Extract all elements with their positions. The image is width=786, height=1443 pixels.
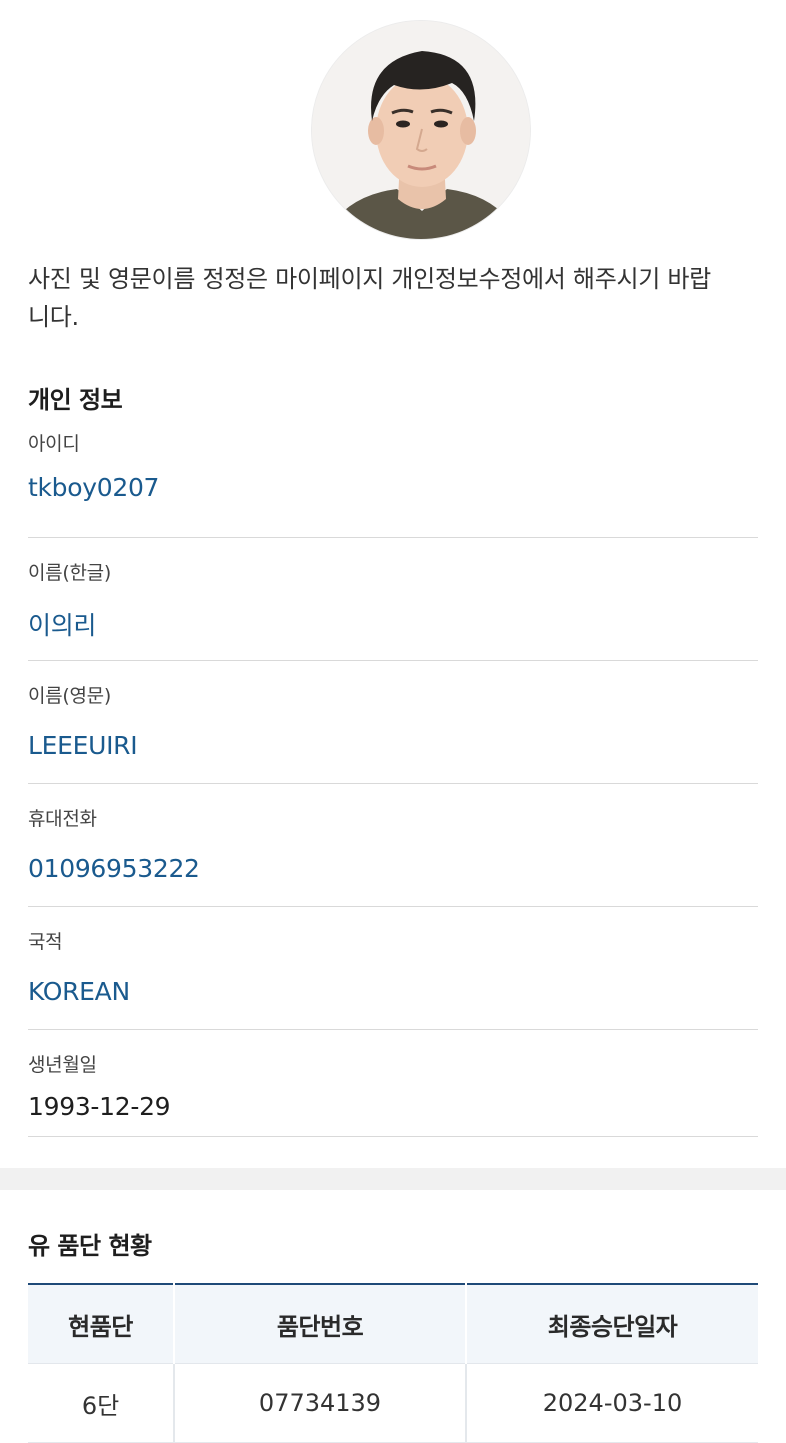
- dan-status-title: 유 품단 현황: [28, 1232, 152, 1260]
- field-value: LEEEUIRI: [28, 731, 138, 760]
- field-label: 생년월일: [28, 1054, 97, 1076]
- field-birth-date: 생년월일 1993-12-29: [28, 1030, 758, 1137]
- personal-info-title: 개인 정보: [28, 386, 123, 414]
- field-value: KOREAN: [28, 977, 130, 1006]
- field-value: tkboy0207: [28, 473, 160, 502]
- table-header-row: 현품단 품단번호 최종승단일자: [28, 1283, 758, 1364]
- person-avatar-icon: [312, 21, 530, 239]
- field-value: 01096953222: [28, 854, 200, 883]
- section-divider: [0, 1168, 786, 1190]
- cell-dan-number: 07734139: [174, 1363, 467, 1443]
- field-value: 1993-12-29: [28, 1092, 171, 1121]
- dan-status-table: 현품단 품단번호 최종승단일자 6단 07734139 2024-03-10: [28, 1283, 758, 1443]
- field-label: 아이디: [28, 433, 80, 455]
- column-header-last-promotion-date: 최종승단일자: [466, 1283, 758, 1364]
- field-label: 국적: [28, 931, 63, 953]
- cell-current-dan: 6단: [28, 1363, 175, 1443]
- field-label: 휴대전화: [28, 808, 97, 830]
- profile-photo: [311, 20, 531, 240]
- field-user-id: 아이디 tkboy0207: [28, 429, 758, 538]
- column-header-dan-number: 품단번호: [174, 1283, 467, 1364]
- column-header-current-dan: 현품단: [28, 1283, 175, 1364]
- field-nationality: 국적 KOREAN: [28, 907, 758, 1030]
- field-name-english: 이름(영문) LEEEUIRI: [28, 661, 758, 784]
- profile-photo-area: [28, 0, 758, 244]
- field-value: 이의리: [28, 611, 97, 640]
- cell-last-promotion-date: 2024-03-10: [466, 1363, 758, 1443]
- personal-info-list: 아이디 tkboy0207 이름(한글) 이의리 이름(영문) LEEEUIRI…: [28, 429, 758, 1137]
- field-name-korean: 이름(한글) 이의리: [28, 538, 758, 661]
- field-label: 이름(한글): [28, 562, 111, 584]
- table-row: 6단 07734139 2024-03-10: [28, 1363, 758, 1443]
- photo-name-notice: 사진 및 영문이름 정정은 마이페이지 개인정보수정에서 해주시기 바랍니다.: [28, 265, 711, 331]
- field-label: 이름(영문): [28, 685, 111, 707]
- field-mobile-phone: 휴대전화 01096953222: [28, 784, 758, 907]
